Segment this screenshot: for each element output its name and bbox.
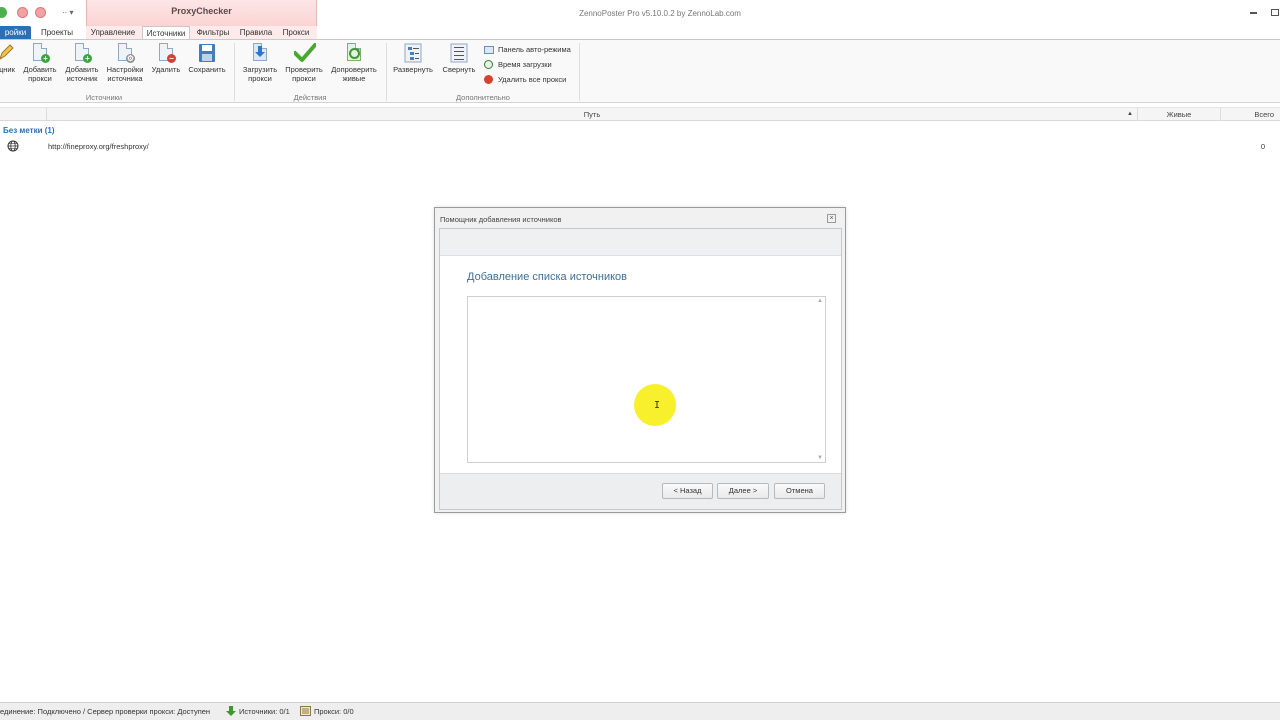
tab-projects[interactable]: Проекты: [37, 26, 77, 39]
add-icon: +: [83, 54, 92, 63]
refresh-icon: [349, 48, 360, 59]
app-title: ZennoPoster Pro v5.10.0.2 by ZennoLab.co…: [579, 9, 741, 18]
gear-icon: ⚙: [126, 54, 135, 63]
check-proxies-button[interactable]: Проверить прокси: [282, 43, 326, 83]
auto-mode-panel-button[interactable]: Панель авто-режима: [484, 44, 571, 56]
tab-proxies[interactable]: Прокси: [279, 26, 313, 39]
column-path[interactable]: Путь ▲: [47, 108, 1138, 121]
dialog-footer: < Назад Далее > Отмена: [440, 473, 841, 509]
dialog-content: Добавление списка источников ▲ ▼ < Назад…: [439, 228, 842, 510]
grid-header: Путь ▲ Живые Всего: [0, 107, 1280, 121]
sources-count: Источники: 0/1: [239, 707, 290, 716]
add-icon: +: [41, 54, 50, 63]
column-live[interactable]: Живые: [1138, 108, 1221, 121]
group-separator: [386, 43, 387, 101]
checkmark-icon: [293, 43, 317, 62]
clock-icon: [484, 60, 493, 69]
recheck-live-button[interactable]: Допроверить живые: [328, 43, 380, 83]
add-sources-dialog: Помощник добавления источников × Добавле…: [434, 207, 846, 513]
save-icon: [199, 44, 215, 62]
download-arrow-icon: [226, 706, 236, 716]
panel-icon: [484, 46, 494, 54]
proxy-list-icon: [300, 706, 311, 716]
cancel-button[interactable]: Отмена: [774, 483, 825, 499]
save-button[interactable]: Сохранить: [186, 43, 228, 74]
scroll-down-icon[interactable]: ▼: [817, 455, 823, 461]
load-time-button[interactable]: Время загрузки: [484, 59, 552, 71]
group-label-sources: Источники: [85, 93, 123, 102]
tab-rules[interactable]: Правила: [237, 26, 275, 39]
group-label-extra: Дополнительно: [456, 93, 510, 102]
delete-button[interactable]: − Удалить: [148, 43, 184, 74]
tab-management[interactable]: Управление: [88, 26, 138, 39]
pencil-icon: [0, 44, 14, 60]
delete-all-icon: [484, 75, 493, 84]
delete-all-proxies-button[interactable]: Удалить все прокси: [484, 74, 566, 86]
expand-button[interactable]: Развернуть: [391, 43, 435, 74]
connection-status: единение: Подключено / Сервер проверки п…: [0, 707, 211, 716]
row-path: http://fineproxy.org/freshproxy/: [48, 142, 149, 151]
globe-icon: [7, 140, 19, 152]
add-source-button[interactable]: + Добавить источник: [61, 43, 103, 83]
group-row-no-label[interactable]: Без метки (1): [3, 126, 55, 135]
table-row[interactable]: http://fineproxy.org/freshproxy/ 0: [0, 139, 1280, 153]
back-button[interactable]: < Назад: [662, 483, 713, 499]
textarea-scrollbar[interactable]: ▲ ▼: [816, 297, 825, 462]
column-total[interactable]: Всего: [1221, 108, 1280, 121]
status-bar: единение: Подключено / Сервер проверки п…: [0, 702, 1280, 720]
title-bar: ·· ▾ ProxyChecker ZennoPoster Pro v5.10.…: [0, 0, 1280, 26]
ribbon-tabs: ройки Проекты Управление Источники Фильт…: [0, 26, 1280, 40]
dialog-header-band: [440, 229, 841, 256]
close-icon[interactable]: ×: [827, 214, 836, 223]
tab-sources[interactable]: Источники: [142, 26, 190, 40]
sort-ascending-icon: ▲: [1127, 111, 1133, 117]
dialog-heading: Добавление списка источников: [467, 271, 627, 283]
group-separator: [234, 43, 235, 101]
ribbon: щник + Добавить прокси + Добавить источн…: [0, 39, 1280, 103]
tab-filters[interactable]: Фильтры: [193, 26, 233, 39]
next-button[interactable]: Далее >: [717, 483, 769, 499]
collapse-button[interactable]: Свернуть: [438, 43, 480, 74]
group-separator: [579, 43, 580, 101]
text-cursor-icon: I: [654, 400, 661, 411]
tab-settings[interactable]: ройки: [0, 26, 31, 39]
helper-button[interactable]: щник: [0, 43, 18, 74]
proxies-count: Прокси: 0/0: [314, 707, 354, 716]
load-proxies-button[interactable]: Загрузить прокси: [239, 43, 281, 83]
minimize-icon[interactable]: [1250, 12, 1257, 14]
column-indicator: [0, 108, 47, 121]
source-settings-button[interactable]: ⚙ Настройки источника: [103, 43, 147, 83]
download-arrow-icon: [255, 46, 265, 57]
row-total: 0: [1260, 142, 1265, 151]
remove-icon: −: [167, 54, 176, 63]
restore-icon[interactable]: [1271, 9, 1279, 16]
group-label-actions: Действия: [293, 93, 327, 102]
scroll-up-icon[interactable]: ▲: [817, 298, 823, 304]
sources-list-input[interactable]: [467, 296, 826, 463]
collapse-tree-icon: [450, 43, 468, 63]
add-proxy-button[interactable]: + Добавить прокси: [20, 43, 60, 83]
dialog-title: Помощник добавления источников: [440, 215, 562, 224]
expand-tree-icon: [404, 43, 422, 63]
